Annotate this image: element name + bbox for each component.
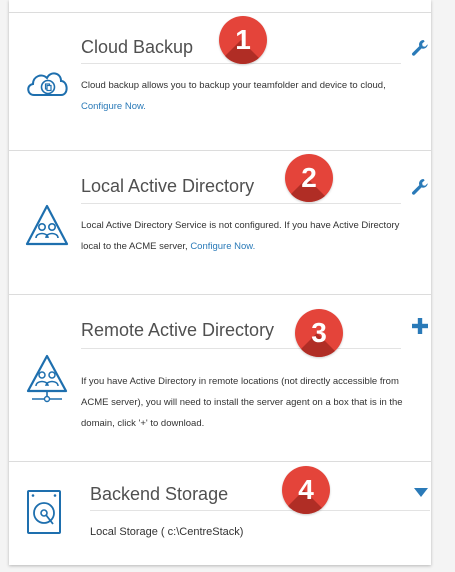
configure-now-link[interactable]: Configure Now.: [190, 241, 255, 252]
section-description: If you have Active Directory in remote l…: [81, 376, 403, 429]
step-badge: 4: [282, 466, 330, 514]
badge-number: 4: [298, 474, 314, 505]
section-title: Local Active Directory: [81, 176, 255, 196]
section-description: Local Active Directory Service is not co…: [81, 215, 416, 257]
cloud-backup-icon: [27, 72, 68, 96]
configure-now-link[interactable]: Configure Now.: [81, 101, 146, 112]
active-directory-icon: [25, 204, 69, 246]
section-description: Cloud backup allows you to backup your t…: [81, 75, 416, 117]
badge-number: 3: [311, 317, 327, 348]
section-title: Backend Storage: [90, 484, 229, 504]
description-text: Cloud backup allows you to backup your t…: [81, 80, 386, 91]
title-underline: [90, 510, 430, 511]
step-badge: 3: [295, 309, 343, 357]
hard-drive-icon: [27, 490, 61, 534]
backend-storage-section: Backend Storage Local Storage ( c:\Centr…: [9, 462, 431, 565]
caret-down-icon[interactable]: [414, 488, 428, 498]
wrench-icon[interactable]: [410, 38, 430, 58]
step-badge: 1: [219, 16, 267, 64]
remote-directory-icon: [26, 354, 68, 403]
step-badge: 2: [285, 154, 333, 202]
storage-settings-panel: Cloud Backup Cloud backup allows you to …: [9, 0, 431, 565]
section-title: Cloud Backup: [81, 37, 194, 57]
remote-ad-section: Remote Active Directory If you have Acti…: [9, 295, 431, 461]
badge-number: 1: [235, 24, 251, 55]
title-underline: [81, 348, 401, 349]
local-ad-section: Local Active Directory Local Active Dire…: [9, 151, 431, 294]
wrench-icon[interactable]: [410, 177, 430, 197]
plus-icon[interactable]: [411, 317, 429, 335]
section-title: Remote Active Directory: [81, 320, 275, 340]
storage-path: Local Storage ( c:\CentreStack): [90, 526, 244, 538]
title-underline: [81, 203, 401, 204]
badge-number: 2: [301, 162, 317, 193]
